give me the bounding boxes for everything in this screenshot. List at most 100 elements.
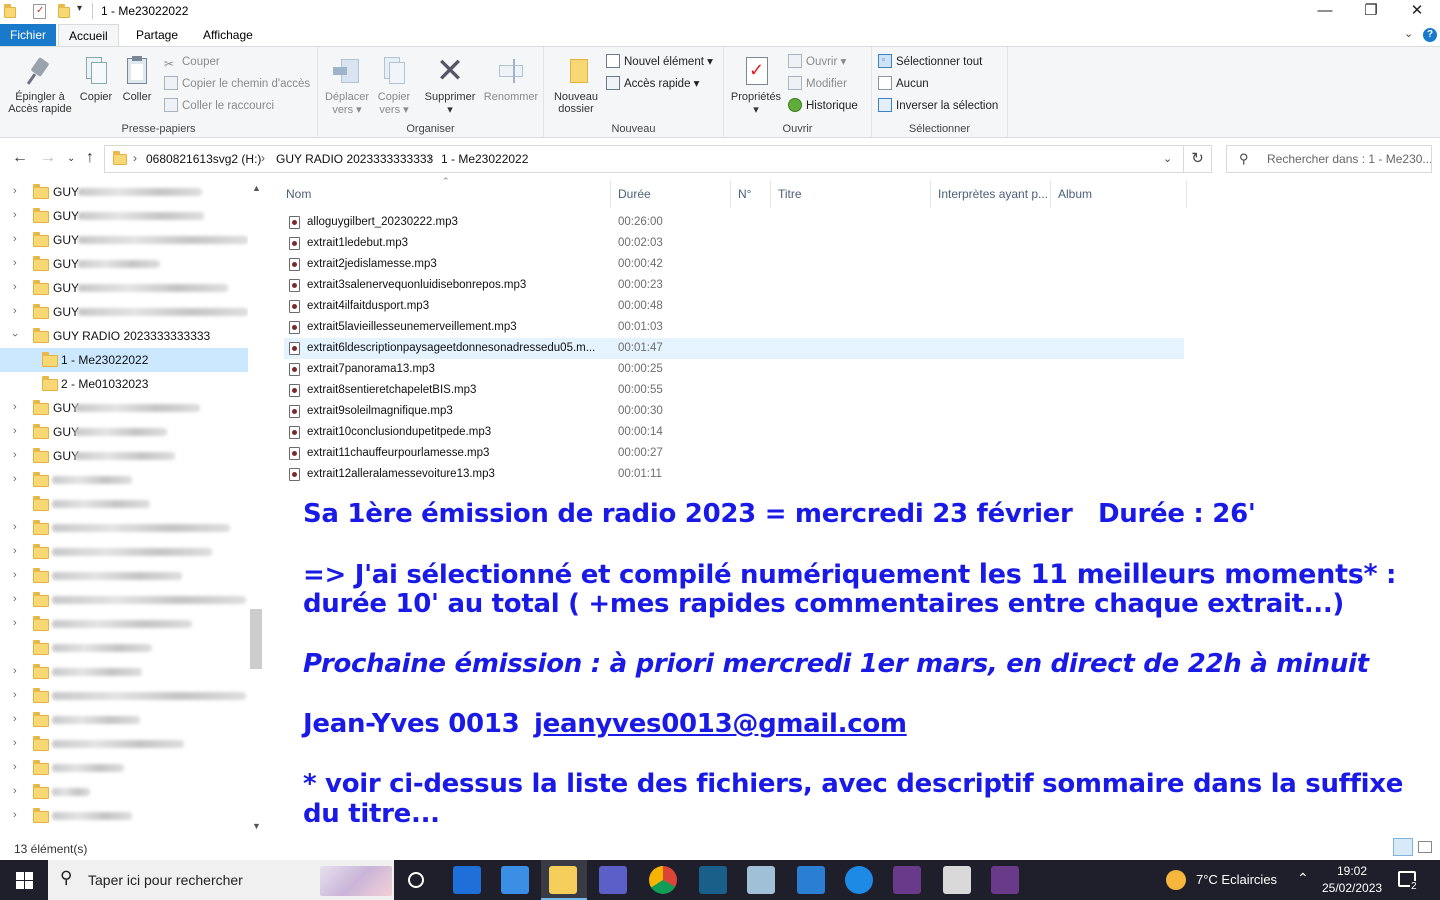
file-row[interactable]: extrait10conclusiondupetitpede.mp3 00:00:… xyxy=(284,422,1184,443)
store-icon[interactable] xyxy=(501,866,529,894)
chevron-right-icon[interactable]: › xyxy=(13,521,17,533)
delete-button[interactable]: ✕ Supprimer ▾ xyxy=(420,53,480,116)
rename-button[interactable]: Renommer xyxy=(480,53,542,103)
clock-date[interactable]: 25/02/2023 xyxy=(1322,881,1382,895)
nav-folder[interactable]: › GUY xyxy=(0,228,248,252)
up-arrow-icon[interactable]: ↑ xyxy=(86,149,94,167)
column-header-nom[interactable]: Nom xyxy=(286,187,311,201)
nav-folder[interactable]: › xyxy=(0,732,248,756)
column-header-album[interactable]: Album xyxy=(1058,187,1092,201)
large-icons-view-icon[interactable] xyxy=(1418,841,1432,853)
recent-locations-icon[interactable]: ⌄ xyxy=(67,153,75,164)
nav-folder[interactable]: › xyxy=(0,756,248,780)
app-icon[interactable] xyxy=(943,866,971,894)
notes-icon[interactable] xyxy=(747,866,775,894)
tab-accueil[interactable]: Accueil xyxy=(58,24,119,47)
nav-folder[interactable]: › xyxy=(0,540,248,564)
nav-folder[interactable]: › GUY xyxy=(0,300,248,324)
breadcrumb-guy-radio[interactable]: GUY RADIO 2023333333333 xyxy=(276,152,433,166)
customize-quick-access-icon[interactable]: ▾ xyxy=(77,3,82,14)
chevron-right-icon[interactable]: › xyxy=(13,425,17,437)
column-header-titre[interactable]: Titre xyxy=(778,187,802,201)
nav-folder[interactable]: › xyxy=(0,780,248,804)
chevron-right-icon[interactable]: › xyxy=(13,713,17,725)
nav-folder[interactable]: › GUY xyxy=(0,252,248,276)
chevron-right-icon[interactable]: › xyxy=(13,209,17,221)
app-icon[interactable] xyxy=(599,866,627,894)
history-button[interactable]: Historique xyxy=(788,97,858,115)
chevron-right-icon[interactable]: › xyxy=(13,665,17,677)
column-divider[interactable] xyxy=(610,181,611,207)
nav-scrollbar[interactable]: ▲ ▼ xyxy=(248,179,265,838)
search-input[interactable]: ⚲ Rechercher dans : 1 - Me230... xyxy=(1226,145,1432,173)
tab-affichage[interactable]: Affichage xyxy=(193,24,263,46)
chevron-right-icon[interactable]: › xyxy=(13,761,17,773)
column-divider[interactable] xyxy=(930,181,931,207)
file-row[interactable]: extrait2jedislamesse.mp3 00:00:42 xyxy=(284,254,1184,275)
maximize-button[interactable]: ❐ xyxy=(1348,0,1394,24)
nav-folder[interactable] xyxy=(0,492,248,516)
nav-folder[interactable]: › GUY xyxy=(0,204,248,228)
chevron-right-icon[interactable]: › xyxy=(13,545,17,557)
refresh-icon[interactable]: ↻ xyxy=(1184,145,1212,173)
new-item-button[interactable]: Nouvel élément ▾ xyxy=(606,53,713,71)
chevron-right-icon[interactable]: › xyxy=(13,689,17,701)
invert-selection-button[interactable]: Inverser la sélection xyxy=(878,97,998,115)
properties-button[interactable]: ✓ Propriétés ▾ xyxy=(728,53,784,116)
select-none-button[interactable]: Aucun xyxy=(878,75,929,93)
move-to-button[interactable]: Déplacer vers ▾ xyxy=(322,53,372,116)
nav-folder-selected[interactable]: 1 - Me23022022 xyxy=(0,348,248,372)
breadcrumb-current[interactable]: 1 - Me23022022 xyxy=(441,152,528,166)
file-row[interactable]: extrait12alleralamessevoiture13.mp3 00:01… xyxy=(284,464,1184,485)
clock-time[interactable]: 19:02 xyxy=(1337,864,1367,878)
details-view-icon[interactable] xyxy=(1393,838,1413,856)
chevron-right-icon[interactable]: › xyxy=(13,737,17,749)
column-divider[interactable] xyxy=(1186,181,1187,207)
chrome-icon[interactable] xyxy=(649,866,677,894)
nav-folder[interactable]: › xyxy=(0,804,248,828)
mail-icon[interactable] xyxy=(453,866,481,894)
address-bar[interactable]: › 0680821613svg2 (H:) › GUY RADIO 202333… xyxy=(104,145,1184,173)
file-row[interactable]: extrait4ilfaitdusport.mp3 00:00:48 xyxy=(284,296,1184,317)
nav-folder[interactable]: › GUY xyxy=(0,420,248,444)
chevron-down-icon[interactable]: › xyxy=(9,333,21,337)
column-divider[interactable] xyxy=(770,181,771,207)
help-icon[interactable]: ? xyxy=(1423,28,1437,42)
file-row[interactable]: extrait11chauffeurpourlamesse.mp3 00:00:2… xyxy=(284,443,1184,464)
chevron-right-icon[interactable]: › xyxy=(13,185,17,197)
weather-icon[interactable] xyxy=(1166,870,1186,890)
file-row[interactable]: extrait3salenervequonluidisebonrepos.mp3… xyxy=(284,275,1184,296)
copy-to-button[interactable]: Copier vers ▾ xyxy=(374,53,414,116)
minimize-button[interactable]: — xyxy=(1302,0,1348,24)
collapse-ribbon-icon[interactable]: ⌄ xyxy=(1404,27,1413,40)
new-folder-quick-icon[interactable] xyxy=(58,4,70,18)
app-icon[interactable] xyxy=(893,866,921,894)
properties-quick-icon[interactable]: ✓ xyxy=(33,4,46,19)
scroll-up-icon[interactable]: ▲ xyxy=(252,183,261,193)
tab-fichier[interactable]: Fichier xyxy=(0,24,56,46)
new-folder-button[interactable]: Nouveau dossier xyxy=(550,53,602,115)
chevron-right-icon[interactable]: › xyxy=(13,785,17,797)
file-row[interactable]: extrait8sentieretchapeletBIS.mp3 00:00:55 xyxy=(284,380,1184,401)
nav-folder[interactable] xyxy=(0,636,248,660)
select-all-button[interactable]: Sélectionner tout xyxy=(878,53,982,71)
chevron-right-icon[interactable]: › xyxy=(13,473,17,485)
tab-partage[interactable]: Partage xyxy=(126,24,188,46)
nav-folder[interactable]: › xyxy=(0,684,248,708)
nav-folder[interactable]: 2 - Me01032023 xyxy=(0,372,248,396)
file-row-highlighted[interactable]: extrait6ldescriptionpaysageetdonnesonadr… xyxy=(284,338,1184,359)
file-row[interactable]: extrait1ledebut.mp3 00:02:03 xyxy=(284,233,1184,254)
column-divider[interactable] xyxy=(1050,181,1051,207)
overlay-email-link[interactable]: jeanyves0013@gmail.com xyxy=(534,709,907,739)
chevron-right-icon[interactable]: › xyxy=(13,257,17,269)
nav-folder[interactable]: › xyxy=(0,660,248,684)
easy-access-button[interactable]: Accès rapide ▾ xyxy=(606,75,699,93)
paste-button[interactable]: Coller xyxy=(118,53,156,103)
chevron-right-icon[interactable]: › xyxy=(13,617,17,629)
nav-folder[interactable]: › GUY xyxy=(0,276,248,300)
copy-button[interactable]: Copier xyxy=(76,53,116,103)
photos-icon[interactable] xyxy=(797,866,825,894)
edit-button[interactable]: Modifier xyxy=(788,75,847,93)
nav-folder[interactable]: › xyxy=(0,708,248,732)
nav-folder-guy-radio[interactable]: › GUY RADIO 2023333333333 xyxy=(0,324,248,348)
